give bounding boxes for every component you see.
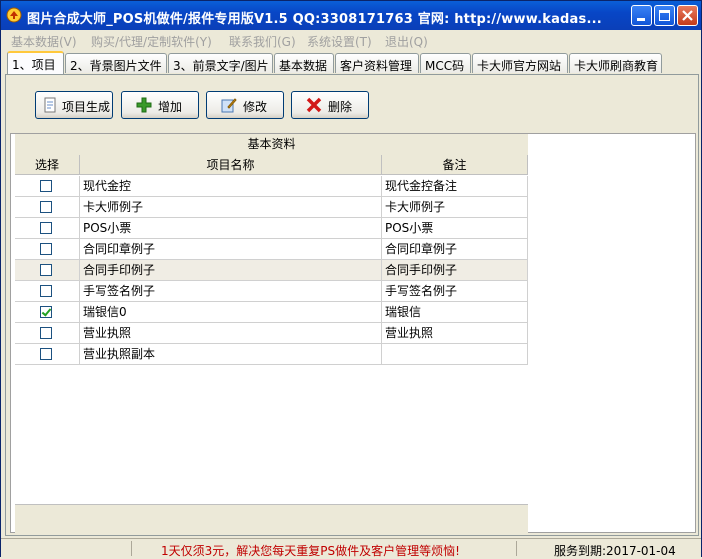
project-name-cell: 手写签名例子 xyxy=(80,281,382,302)
select-checkbox[interactable] xyxy=(40,264,52,276)
note-cell: 瑞银信 xyxy=(382,302,528,323)
project-name-cell: POS小票 xyxy=(80,218,382,239)
select-checkbox[interactable] xyxy=(40,180,52,192)
maximize-button[interactable] xyxy=(654,5,675,26)
menu-exit[interactable]: 退出(Q) xyxy=(385,33,428,50)
close-button[interactable] xyxy=(677,5,698,26)
column-header-select[interactable]: 选择 xyxy=(15,155,80,175)
table-row[interactable]: 现代金控 现代金控备注 xyxy=(15,176,528,197)
table-row[interactable]: 瑞银信0 瑞银信 xyxy=(15,302,528,323)
edit-label: 修改 xyxy=(243,100,268,114)
select-checkbox[interactable] xyxy=(40,243,52,255)
select-checkbox-checked[interactable] xyxy=(40,306,52,318)
status-separator xyxy=(131,541,132,556)
edit-button[interactable]: 修改 xyxy=(206,91,284,119)
status-bar: 1天仅须3元，解决您每天重复PS做件及客户管理等烦恼! 服务到期:2017-01… xyxy=(1,538,701,558)
tab-customer-management[interactable]: 客户资料管理 xyxy=(335,53,419,73)
minimize-icon xyxy=(637,18,645,21)
status-promo-message: 1天仅须3元，解决您每天重复PS做件及客户管理等烦恼! xyxy=(161,544,460,558)
project-name-cell: 营业执照副本 xyxy=(80,344,382,365)
note-cell: POS小票 xyxy=(382,218,528,239)
note-cell: 卡大师例子 xyxy=(382,197,528,218)
edit-icon xyxy=(221,98,237,113)
menu-settings[interactable]: 系统设置(T) xyxy=(307,33,372,50)
menu-contact[interactable]: 联系我们(G) xyxy=(229,33,296,50)
column-header-name[interactable]: 项目名称 xyxy=(80,155,382,175)
project-name-cell: 合同手印例子 xyxy=(80,260,382,281)
tab-official-site[interactable]: 卡大师官方网站 xyxy=(472,53,568,73)
tab-mcc-code[interactable]: MCC码 xyxy=(420,53,471,73)
select-checkbox[interactable] xyxy=(40,285,52,297)
tab-basic-data[interactable]: 基本数据 xyxy=(274,53,334,73)
tab-foreground-text[interactable]: 3、前景文字/图片 xyxy=(168,53,273,73)
project-name-cell: 营业执照 xyxy=(80,323,382,344)
delete-icon xyxy=(306,97,322,113)
select-checkbox[interactable] xyxy=(40,222,52,234)
close-icon xyxy=(682,10,693,21)
select-checkbox[interactable] xyxy=(40,201,52,213)
table-row[interactable]: 卡大师例子 卡大师例子 xyxy=(15,197,528,218)
data-grid-area: 基本资料 选择 项目名称 备注 现代金控 现代金控备注 卡大师例子 卡大师例子 … xyxy=(10,133,696,533)
note-cell xyxy=(382,344,528,365)
table-row[interactable]: 营业执照 营业执照 xyxy=(15,323,528,344)
app-window: 图片合成大师_POS机做件/报件专用版V1.5 QQ:3308171763 官网… xyxy=(0,0,702,558)
table-row[interactable]: 合同手印例子 合同手印例子 xyxy=(15,260,528,281)
status-separator xyxy=(516,541,517,556)
maximize-icon xyxy=(659,10,670,21)
generate-project-label: 项目生成 xyxy=(62,100,111,114)
delete-label: 删除 xyxy=(328,100,353,114)
delete-button[interactable]: 删除 xyxy=(291,91,369,119)
note-cell: 手写签名例子 xyxy=(382,281,528,302)
project-name-cell: 合同印章例子 xyxy=(80,239,382,260)
generate-project-button[interactable]: 项目生成 xyxy=(35,91,113,119)
tab-panel-project: 项目生成 增加 修改 删除 基本资料 选择 项目名称 备注 现代金控 现代金控备… xyxy=(5,74,699,536)
project-name-cell: 现代金控 xyxy=(80,176,382,197)
note-cell: 营业执照 xyxy=(382,323,528,344)
project-name-cell: 卡大师例子 xyxy=(80,197,382,218)
project-name-cell: 瑞银信0 xyxy=(80,302,382,323)
status-expiry: 服务到期:2017-01-04 xyxy=(554,544,676,558)
app-icon xyxy=(6,7,22,23)
menu-bar: 基本数据(V) 购买/代理/定制软件(Y) 联系我们(G) 系统设置(T) 退出… xyxy=(1,30,701,50)
select-checkbox[interactable] xyxy=(40,348,52,360)
document-icon xyxy=(44,97,56,113)
plus-icon xyxy=(136,97,152,113)
tab-background-images[interactable]: 2、背景图片文件 xyxy=(65,53,167,73)
note-cell: 现代金控备注 xyxy=(382,176,528,197)
table-row[interactable]: 合同印章例子 合同印章例子 xyxy=(15,239,528,260)
column-header-note[interactable]: 备注 xyxy=(382,155,528,175)
grid-group-header: 基本资料 xyxy=(15,134,528,156)
tab-education[interactable]: 卡大师刷商教育 xyxy=(569,53,662,73)
menu-basic-data[interactable]: 基本数据(V) xyxy=(11,33,77,50)
table-row[interactable]: 营业执照副本 xyxy=(15,344,528,365)
grid-footer xyxy=(15,504,528,533)
table-row[interactable]: POS小票 POS小票 xyxy=(15,218,528,239)
table-row[interactable]: 手写签名例子 手写签名例子 xyxy=(15,281,528,302)
window-title: 图片合成大师_POS机做件/报件专用版V1.5 QQ:3308171763 官网… xyxy=(27,12,602,27)
note-cell: 合同手印例子 xyxy=(382,260,528,281)
minimize-button[interactable] xyxy=(631,5,652,26)
menu-purchase[interactable]: 购买/代理/定制软件(Y) xyxy=(91,33,212,50)
add-button[interactable]: 增加 xyxy=(121,91,199,119)
title-bar[interactable]: 图片合成大师_POS机做件/报件专用版V1.5 QQ:3308171763 官网… xyxy=(1,1,701,30)
add-label: 增加 xyxy=(158,100,183,114)
note-cell: 合同印章例子 xyxy=(382,239,528,260)
tab-project[interactable]: 1、项目 xyxy=(7,51,64,74)
select-checkbox[interactable] xyxy=(40,327,52,339)
